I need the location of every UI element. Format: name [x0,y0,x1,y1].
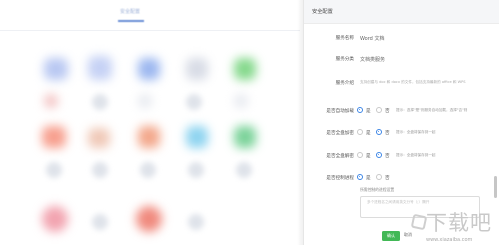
security-add-yes-radio[interactable] [357,129,363,135]
security-decrypt-yes-radio[interactable] [357,152,363,158]
service-name-label: 服务名称 [335,36,354,41]
watermark-mark-icon [410,213,428,231]
feather-icon [140,162,156,178]
control-process-yes-radio[interactable] [357,174,363,180]
security-decrypt-row: 是否全盘解密 是 否 提示：全盘将保存到一起 [304,151,499,163]
app-icon [138,126,160,148]
background-divider [0,30,300,31]
auto-add-yes-label[interactable]: 是 [366,108,371,114]
security-add-no-radio[interactable] [376,129,382,135]
service-intro-row: 服务介绍 支持创建与 doc 和 docx 的文件，包括支持最新的 office… [304,78,499,90]
control-process-yes-label[interactable]: 是 [366,175,371,181]
feather-icon [92,94,108,110]
watermark-name: 下载吧 [426,211,492,235]
service-intro-value: 支持创建与 doc 和 docx 的文件，包括支持最新的 office 和 WP… [360,80,466,84]
auto-add-yes-radio[interactable] [357,107,363,113]
process-setting-label: 所需控制的进程设置 [360,187,395,192]
service-category-row: 服务分类 文档类服务 [304,54,499,66]
background-tab-underline [118,20,144,22]
security-decrypt-yes-label[interactable]: 是 [366,153,371,159]
service-name-row: 服务名称 Word 文档 [304,33,499,45]
security-decrypt-no-radio[interactable] [376,152,382,158]
app-icon [88,128,110,148]
feather-icon [46,162,62,178]
watermark-logo: 下载吧 www.xiazaiba.com [410,207,497,245]
feather-icon [236,162,252,178]
control-process-no-radio[interactable] [376,174,382,180]
auto-add-row: 是否自动加载 是 否 提示：选择"是"则服务自动加载，选择"否"则 [304,106,499,118]
background-tab: 安全配置 [120,9,141,15]
confirm-button[interactable]: 确认 [382,231,400,241]
app-icon [234,126,256,148]
security-add-yes-label[interactable]: 是 [366,130,371,136]
auto-add-hint: 提示：选择"是"则服务自动加载，选择"否"则 [396,108,468,112]
app-icon [136,206,162,232]
panel-title: 安全配置 [312,9,333,15]
feather-icon [188,214,204,230]
service-category-label: 服务分类 [335,57,354,62]
feather-icon [186,94,202,110]
control-process-label: 是否控制进程 [326,176,354,181]
security-decrypt-hint: 提示：全盘将保存到一起 [396,153,436,157]
app-icon [234,94,248,108]
security-add-label: 是否全盘加密 [326,131,354,136]
app-icon [44,94,58,108]
app-icon [138,58,160,80]
service-intro-label: 服务介绍 [335,81,354,86]
app-icon [138,94,152,108]
panel-header: 安全配置 [304,0,499,24]
app-icon [42,126,66,148]
app-icon [44,58,68,80]
auto-add-label: 是否自动加载 [326,109,354,114]
app-icon [186,58,208,80]
security-add-no-label[interactable]: 否 [385,130,390,136]
security-decrypt-no-label[interactable]: 否 [385,153,390,159]
security-add-hint: 提示：全盘将保存到一起 [396,130,436,134]
control-process-no-label[interactable]: 否 [385,175,390,181]
auto-add-no-radio[interactable] [376,107,382,113]
scrollbar[interactable] [494,26,497,216]
feather-icon [92,162,108,178]
watermark-url: www.xiazaiba.com [426,237,473,243]
app-icon [88,56,112,80]
app-icon [234,58,256,80]
process-names-placeholder: 多个进程名之间请用英文分号（;）隔开 [367,200,430,204]
cancel-button[interactable]: 取消 [404,232,412,238]
security-add-row: 是否全盘加密 是 否 提示：全盘将保存到一起 [304,128,499,140]
app-icon [42,206,68,232]
app-icon [186,126,208,148]
auto-add-no-label[interactable]: 否 [385,108,390,114]
control-process-row: 是否控制进程 是 否 [304,173,499,185]
security-decrypt-label: 是否全盘解密 [326,154,354,159]
service-name-value: Word 文档 [360,35,385,42]
feather-icon [92,214,108,230]
feather-icon [188,162,204,178]
service-category-value: 文档类服务 [360,56,386,63]
scrollbar-thumb[interactable] [494,176,497,198]
